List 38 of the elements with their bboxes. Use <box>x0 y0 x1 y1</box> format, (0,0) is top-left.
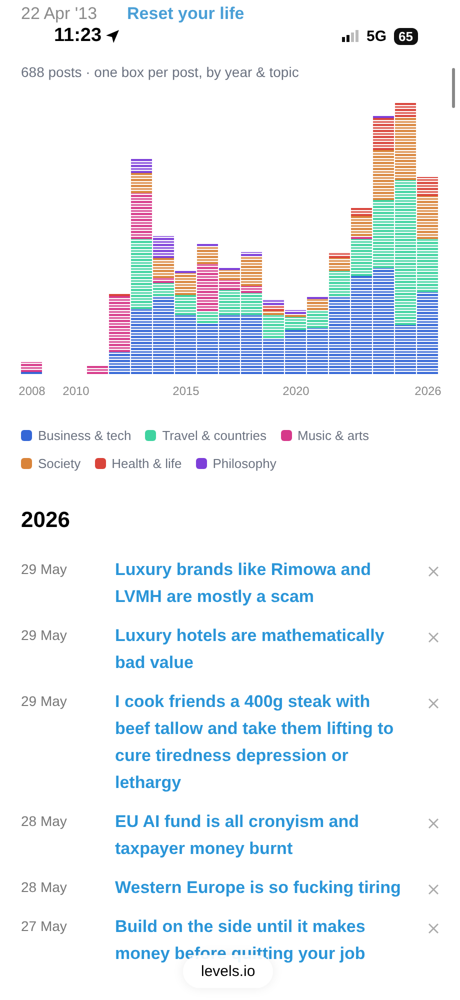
x-icon[interactable] <box>428 698 439 709</box>
network-type: 5G <box>366 28 387 44</box>
post-title-link[interactable]: Luxury brands like Rimowa and LVMH are mostly a scam <box>115 556 406 610</box>
legend-label: Health & life <box>112 456 182 470</box>
post-date: 29 May <box>21 626 68 645</box>
post-title-link[interactable]: EU AI fund is all cronyism and taxpayer money burnt <box>115 808 406 862</box>
x-icon[interactable] <box>428 923 439 934</box>
x-icon[interactable] <box>428 566 439 577</box>
post-date: 28 May <box>21 812 68 831</box>
post-title-link[interactable]: I cook friends a 400g steak with beef tallow and take them lifting to cure tiredness depression or lethargy <box>115 688 406 796</box>
signal-icon <box>342 30 360 42</box>
axis-label: 2020 <box>282 384 310 398</box>
posts-summary: 688 posts · one box per post, by year & topic <box>20 63 300 82</box>
post-date: 29 May <box>21 692 68 711</box>
post-title-link[interactable]: Reset your life <box>127 4 244 24</box>
year-heading: 2026 <box>21 506 71 534</box>
x-icon[interactable] <box>428 818 439 829</box>
legend-label: Society <box>38 456 81 470</box>
post-date: 29 May <box>21 560 68 579</box>
post-title-link[interactable]: Western Europe is so fucking tiring <box>115 874 406 901</box>
x-icon[interactable] <box>428 632 439 643</box>
legend-label: Travel & countries <box>162 428 266 442</box>
legend-label: Music & arts <box>298 428 370 442</box>
post-date: 28 May <box>21 878 68 897</box>
battery-level: 65 <box>394 28 418 44</box>
location-arrow-icon <box>104 28 120 44</box>
post-date: 27 May <box>21 917 68 936</box>
axis-label: 2026 <box>414 384 442 398</box>
x-icon[interactable] <box>428 884 439 895</box>
axis-label: 2010 <box>62 384 90 398</box>
axis-label: 2015 <box>172 384 200 398</box>
post-title-link[interactable]: Luxury hotels are mathematically bad value <box>115 622 406 676</box>
scroll-indicator <box>452 68 455 108</box>
legend-label: Business & tech <box>38 428 132 442</box>
post-date: 22 Apr '13 <box>21 4 98 24</box>
legend-label: Philosophy <box>212 456 276 470</box>
axis-label: 2008 <box>18 384 46 398</box>
time-text: 11:23 <box>54 25 102 47</box>
